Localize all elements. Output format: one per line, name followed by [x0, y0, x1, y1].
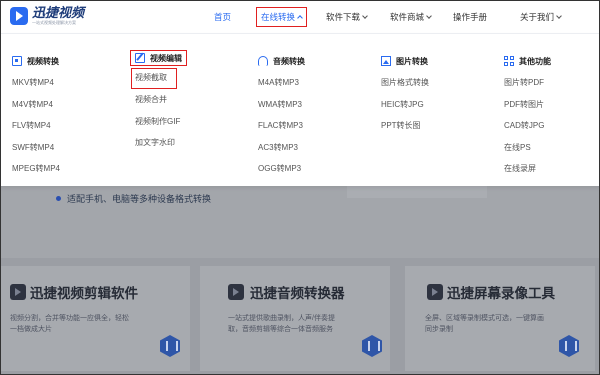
edit-icon	[135, 53, 145, 63]
chevron-down-icon	[362, 12, 368, 19]
download-badge-icon[interactable]	[362, 335, 382, 357]
menu-item[interactable]: FLAC转MP3	[258, 115, 305, 137]
menu-item[interactable]: 加文字水印	[135, 132, 187, 154]
menu-column-video-convert: 视频转换 MKV转MP4 M4V转MP4 FLV转MP4 SWF转MP4 MPE…	[12, 53, 60, 180]
logo-icon	[10, 6, 28, 25]
menu-column-audio-convert: 音频转换 M4A转MP3 WMA转MP3 FLAC转MP3 AC3转MP3 OG…	[258, 53, 305, 180]
logo-tagline: 一站式视频处理解决方案	[32, 20, 76, 25]
menu-item[interactable]: 在线录屏	[504, 158, 551, 180]
hero-placeholder	[347, 186, 487, 198]
logo[interactable]: 迅捷视频 一站式视频处理解决方案	[10, 6, 84, 25]
chevron-up-icon	[297, 15, 303, 21]
menu-item[interactable]: 视频合并	[135, 89, 187, 111]
menu-item[interactable]: MKV转MP4	[12, 72, 60, 94]
recorder-app-icon	[427, 284, 443, 300]
nav-online-convert[interactable]: 在线转换	[256, 7, 308, 27]
menu-column-image-convert: 图片转换 图片格式转换 HEIC转JPG PPT转长图	[381, 53, 429, 137]
menu-item[interactable]: OGG转MP3	[258, 158, 305, 180]
download-badge-icon[interactable]	[559, 335, 579, 357]
menu-column-other-features: 其他功能 图片转PDF PDF转图片 CAD转JPG 在线PS 在线录屏	[504, 53, 551, 180]
menu-item-video-trim[interactable]: 视频截取	[131, 68, 177, 89]
column-header: 视频转换	[12, 53, 60, 69]
menu-item[interactable]: 图片格式转换	[381, 72, 429, 94]
menu-item[interactable]: M4A转MP3	[258, 72, 305, 94]
menu-item[interactable]: 在线PS	[504, 137, 551, 159]
menu-item[interactable]: MPEG转MP4	[12, 158, 60, 180]
column-header: 视频编辑	[130, 50, 187, 66]
menu-item[interactable]: PPT转长图	[381, 115, 429, 137]
logo-name: 迅捷视频	[32, 5, 85, 20]
nav-about[interactable]: 关于我们	[520, 11, 562, 23]
menu-item[interactable]: SWF转MP4	[12, 137, 60, 159]
bullet-dot-icon	[56, 196, 61, 201]
download-badge-icon[interactable]	[160, 335, 180, 357]
column-header: 图片转换	[381, 53, 429, 69]
top-header: 迅捷视频 一站式视频处理解决方案 首页 在线转换 软件下载 软件商城 操作手册 …	[0, 0, 600, 34]
page-overlay: 适配手机、电脑等多种设备格式转换 迅捷视频剪辑软件 视频分割，合并等功能一应俱全…	[0, 186, 600, 375]
nav-software-store[interactable]: 软件商城	[390, 11, 432, 23]
column-header: 其他功能	[504, 53, 551, 69]
video-app-icon	[10, 284, 26, 300]
product-card-audio-converter[interactable]: 迅捷音频转换器 一站式提供歌曲录制，人声/伴奏提取，音频剪辑等综合一体音频服务	[200, 266, 390, 371]
nav-manual[interactable]: 操作手册	[453, 11, 487, 23]
product-card-screen-recorder[interactable]: 迅捷屏幕录像工具 全屏、区域等录制模式可选，一键算画同步录制	[405, 266, 595, 371]
online-convert-dropdown: 视频转换 MKV转MP4 M4V转MP4 FLV转MP4 SWF转MP4 MPE…	[0, 34, 600, 186]
nav-home[interactable]: 首页	[214, 11, 231, 23]
chevron-down-icon	[426, 12, 432, 19]
menu-item[interactable]: 图片转PDF	[504, 72, 551, 94]
menu-item[interactable]: CAD转JPG	[504, 115, 551, 137]
menu-column-video-edit: 视频编辑 视频截取 视频合并 视频制作GIF 加文字水印	[130, 50, 187, 154]
menu-item[interactable]: FLV转MP4	[12, 115, 60, 137]
grid-icon	[504, 56, 514, 66]
menu-item[interactable]: HEIC转JPG	[381, 94, 429, 116]
convert-icon	[12, 56, 22, 66]
audio-app-icon	[228, 284, 244, 300]
menu-item[interactable]: M4V转MP4	[12, 94, 60, 116]
column-header: 音频转换	[258, 53, 305, 69]
image-icon	[381, 56, 391, 66]
feature-bullet: 适配手机、电脑等多种设备格式转换	[56, 192, 211, 205]
menu-item[interactable]: WMA转MP3	[258, 94, 305, 116]
product-card-video-editor[interactable]: 迅捷视频剪辑软件 视频分割，合并等功能一应俱全，轻松一档做成大片	[0, 266, 190, 371]
menu-item[interactable]: PDF转图片	[504, 94, 551, 116]
chevron-down-icon	[556, 12, 562, 19]
nav-software-download[interactable]: 软件下载	[326, 11, 368, 23]
menu-item[interactable]: 视频制作GIF	[135, 111, 187, 133]
menu-item[interactable]: AC3转MP3	[258, 137, 305, 159]
headphones-icon	[258, 56, 268, 66]
